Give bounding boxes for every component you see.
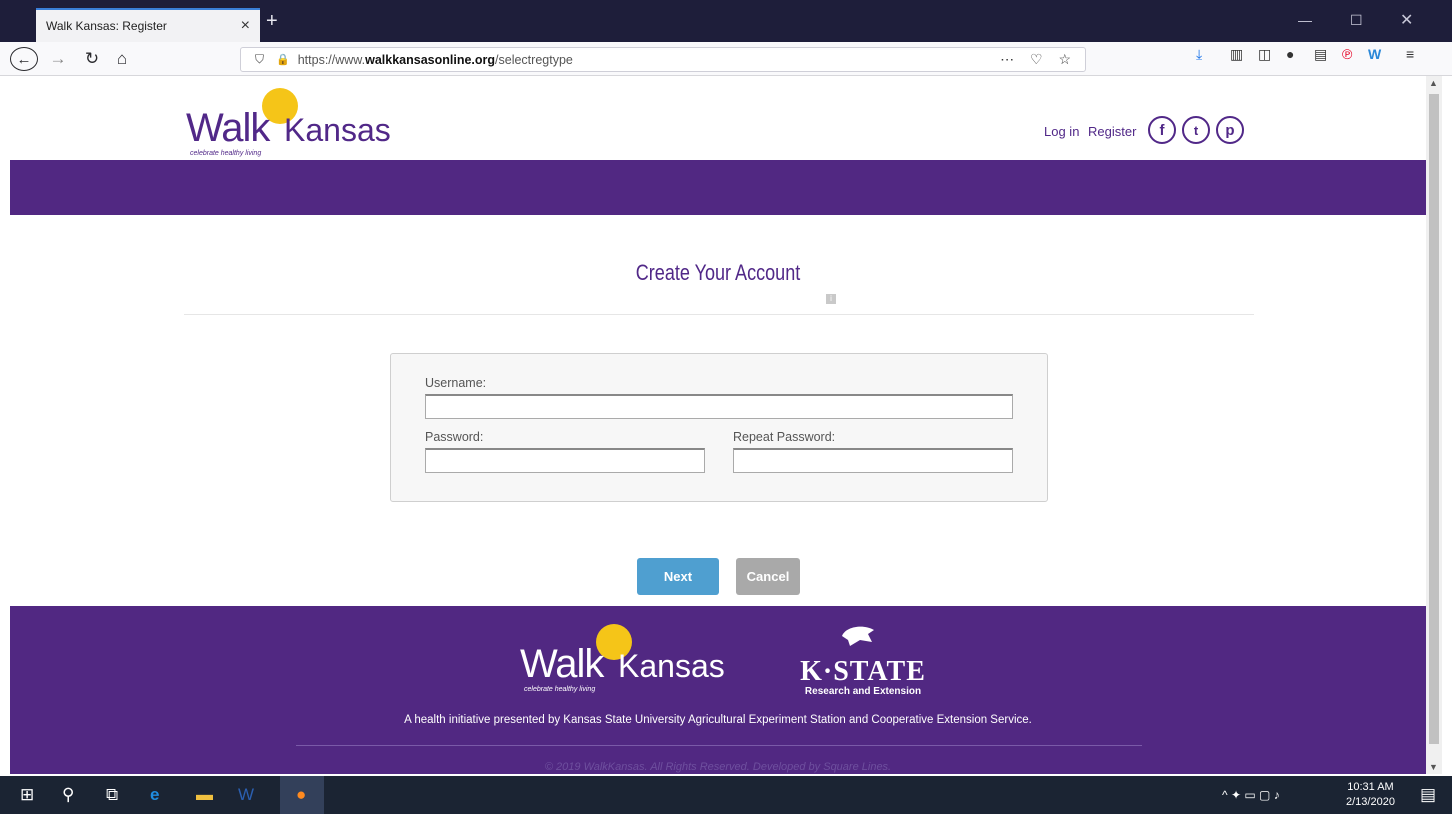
lock-icon[interactable]: 🔒 (276, 53, 290, 66)
footer-divider (296, 745, 1142, 746)
url-text: https://www.walkkansasonline.org/selectr… (297, 52, 573, 67)
account-icon[interactable]: ● (1286, 46, 1294, 62)
divider (184, 314, 1254, 315)
page-scrollbar[interactable]: ▲ ▼ (1426, 76, 1442, 774)
account-form: Username: Password: Repeat Password: (390, 353, 1048, 502)
file-explorer-icon[interactable]: ▬ (196, 785, 213, 805)
kstate-logo[interactable]: K·STATE Research and Extension (788, 656, 938, 697)
footer-logo-kansas-text: Kansas (618, 648, 725, 684)
page-actions-icon[interactable]: ⋯ ♡ ☆ (1000, 51, 1077, 68)
back-icon[interactable]: ← (10, 47, 38, 71)
info-icon[interactable]: i (826, 294, 836, 304)
tab-title: Walk Kansas: Register (46, 19, 167, 33)
login-link[interactable]: Log in (1044, 124, 1079, 139)
cancel-button[interactable]: Cancel (736, 558, 800, 595)
register-link[interactable]: Register (1088, 124, 1136, 139)
page-title: Create Your Account (635, 260, 801, 285)
footer-description: A health initiative presented by Kansas … (404, 714, 1032, 726)
wildcat-icon (842, 626, 874, 646)
scroll-down-icon[interactable]: ▼ (1429, 762, 1438, 772)
minimize-icon[interactable]: — (1298, 12, 1312, 28)
windows-start-icon[interactable]: ⊞ (20, 785, 34, 805)
browser-toolbar: ← → ↻ ⌂ ⛉ 🔒 https://www.walkkansasonline… (0, 42, 1452, 76)
new-tab-icon[interactable]: + (266, 10, 278, 32)
home-icon[interactable]: ⌂ (112, 46, 132, 72)
word-icon[interactable]: W (238, 785, 254, 805)
logo-kansas-text: Kansas (284, 112, 391, 148)
twitter-icon[interactable]: t (1182, 116, 1210, 144)
edge-icon[interactable]: e (150, 785, 159, 805)
reload-icon[interactable]: ↻ (82, 46, 102, 72)
pinterest-ext-icon[interactable]: ℗ (1342, 46, 1352, 62)
windows-taskbar: ⊞ ⚲ ⧉ e ▬ W ● ^ ✦ ▭ ▢ ♪ 10:31 AM 2/13/20… (0, 776, 1452, 814)
page-content: Walk Kansas celebrate healthy living Log… (10, 76, 1426, 774)
address-bar[interactable]: ⛉ 🔒 https://www.walkkansasonline.org/sel… (240, 47, 1086, 72)
repeat-password-input[interactable] (733, 448, 1013, 473)
username-label: Username: (425, 376, 487, 390)
browser-tab[interactable]: Walk Kansas: Register × (36, 8, 260, 42)
sidebar-icon[interactable]: ◫ (1258, 46, 1271, 63)
footer-logo-walk-text: Walk (520, 642, 604, 686)
logo-walk-text: Walk (186, 106, 270, 150)
footer-walk-kansas-logo[interactable]: Walk Kansas celebrate healthy living (520, 624, 750, 693)
password-input[interactable] (425, 448, 705, 473)
password-label: Password: (425, 430, 484, 444)
task-view-icon[interactable]: ⧉ (106, 785, 118, 805)
notifications-icon[interactable]: ▤ (1420, 785, 1436, 805)
maximize-icon[interactable]: ☐ (1350, 12, 1363, 29)
tray-icons[interactable]: ^ ✦ ▭ ▢ ♪ (1222, 788, 1280, 802)
scrollbar-thumb[interactable] (1429, 94, 1439, 744)
w-ext-icon[interactable]: W (1368, 46, 1381, 62)
footer-logo-tagline: celebrate healthy living (524, 686, 596, 693)
shield-icon[interactable]: ⛉ (255, 52, 264, 67)
firefox-icon[interactable]: ● (280, 776, 324, 814)
reader-icon[interactable]: ▤ (1314, 46, 1327, 63)
menu-icon[interactable]: ≡ (1406, 46, 1414, 62)
username-input[interactable] (425, 394, 1013, 419)
window-close-icon[interactable]: ✕ (1400, 10, 1413, 30)
download-icon[interactable]: ⤓ (1196, 46, 1202, 63)
repeat-password-label: Repeat Password: (733, 430, 836, 444)
browser-tab-bar: Walk Kansas: Register × + — ☐ ✕ (0, 0, 1452, 42)
kstate-subtitle: Research and Extension (804, 686, 922, 697)
footer: Walk Kansas celebrate healthy living K·S… (10, 606, 1426, 774)
system-clock[interactable]: 10:31 AM 2/13/2020 (1346, 780, 1395, 810)
clock-date: 2/13/2020 (1346, 796, 1395, 808)
forward-icon[interactable]: → (48, 46, 68, 72)
clock-time: 10:31 AM (1347, 781, 1394, 793)
scroll-up-icon[interactable]: ▲ (1429, 78, 1438, 88)
pinterest-icon[interactable]: p (1216, 116, 1244, 144)
purple-nav-band (10, 160, 1426, 215)
logo-tagline: celebrate healthy living (190, 150, 262, 157)
facebook-icon[interactable]: f (1148, 116, 1176, 144)
footer-copyright: © 2019 WalkKansas. All Rights Reserved. … (544, 761, 892, 773)
library-icon[interactable]: ▥ (1230, 46, 1243, 63)
next-button[interactable]: Next (637, 558, 719, 595)
search-icon[interactable]: ⚲ (62, 785, 74, 805)
close-tab-icon[interactable]: × (241, 17, 250, 35)
walk-kansas-logo[interactable]: Walk Kansas celebrate healthy living (186, 88, 416, 157)
kstate-wordmark: K·STATE (800, 656, 926, 687)
